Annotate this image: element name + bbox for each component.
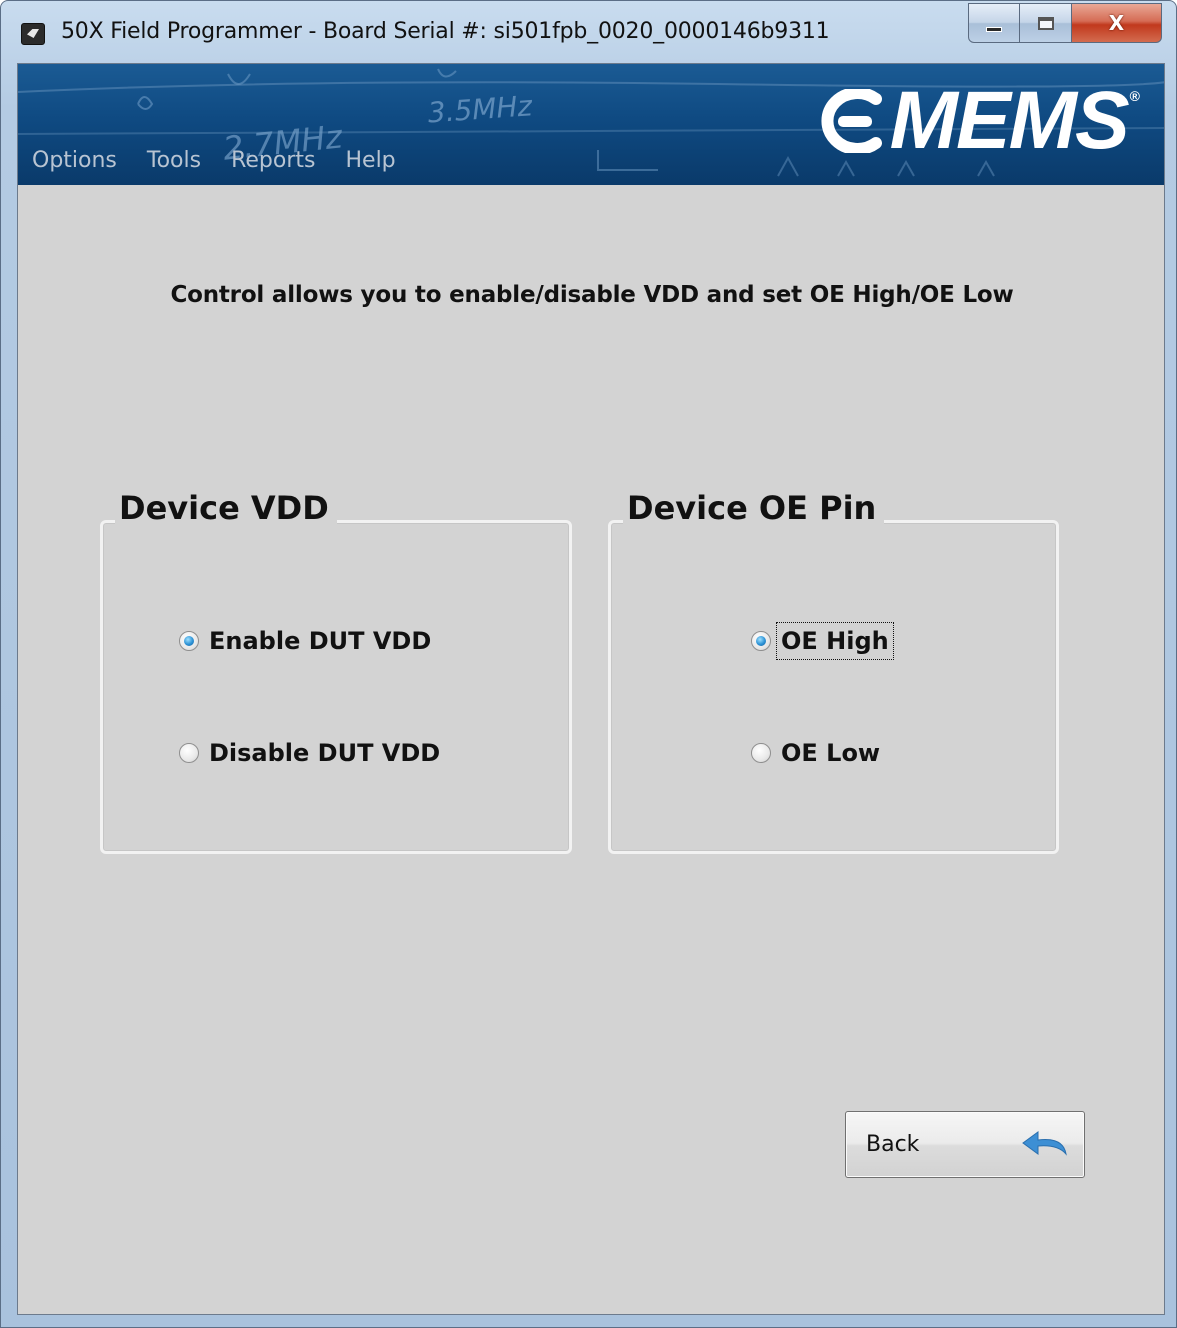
window-controls: X (968, 3, 1162, 43)
disable-dut-vdd-label: Disable DUT VDD (209, 739, 441, 767)
menu-help[interactable]: Help (345, 148, 395, 173)
mems-logo: MEMS ® (816, 75, 1140, 166)
app-icon[interactable] (21, 23, 45, 45)
menu-reports[interactable]: Reports (231, 148, 315, 173)
device-oe-pin-group: Device OE Pin OE High OE Low (608, 489, 1059, 854)
device-vdd-group: Device VDD Enable DUT VDD Disable DUT VD… (100, 489, 572, 854)
enable-dut-vdd-label: Enable DUT VDD (209, 627, 432, 655)
back-button-label: Back (866, 1132, 920, 1157)
radio-unchecked-icon[interactable] (179, 743, 199, 763)
logo-registered-mark: ® (1129, 88, 1140, 104)
disable-dut-vdd-radio[interactable]: Disable DUT VDD (179, 739, 440, 767)
oe-low-radio[interactable]: OE Low (751, 739, 880, 767)
client-area: 3.5MHz 2.7MHz Options Tools Reports Help… (17, 63, 1165, 1315)
window-title: 50X Field Programmer - Board Serial #: s… (61, 19, 830, 44)
logo-text: MEMS (889, 75, 1130, 166)
minimize-button[interactable] (968, 3, 1020, 43)
oe-low-label: OE Low (781, 739, 881, 767)
radio-checked-icon[interactable] (179, 631, 199, 651)
menu-tools[interactable]: Tools (147, 148, 201, 173)
instruction-text: Control allows you to enable/disable VDD… (170, 282, 1014, 308)
menu-options[interactable]: Options (32, 148, 117, 173)
oe-high-radio[interactable]: OE High (751, 622, 894, 660)
logo-c-mark-icon (821, 89, 882, 153)
radio-checked-icon[interactable] (751, 631, 771, 651)
radio-unchecked-icon[interactable] (751, 743, 771, 763)
handwriting-35mhz: 3.5MHz (427, 89, 535, 129)
minimize-icon (986, 26, 1002, 32)
device-vdd-group-title: Device VDD (115, 489, 337, 527)
title-bar[interactable]: 50X Field Programmer - Board Serial #: s… (1, 1, 1176, 63)
maximize-button[interactable] (1020, 3, 1072, 43)
maximize-icon (1037, 16, 1054, 30)
app-window: 50X Field Programmer - Board Serial #: s… (0, 0, 1177, 1328)
menu-bar: Options Tools Reports Help (32, 148, 396, 173)
oe-high-label: OE High (776, 622, 894, 660)
close-button[interactable]: X (1072, 3, 1162, 43)
close-icon: X (1108, 11, 1125, 35)
back-arrow-icon (1022, 1131, 1067, 1156)
device-oe-pin-group-title: Device OE Pin (623, 489, 885, 527)
enable-dut-vdd-radio[interactable]: Enable DUT VDD (179, 627, 431, 655)
back-button[interactable]: Back (845, 1111, 1085, 1178)
header-banner: 3.5MHz 2.7MHz Options Tools Reports Help… (18, 64, 1164, 185)
